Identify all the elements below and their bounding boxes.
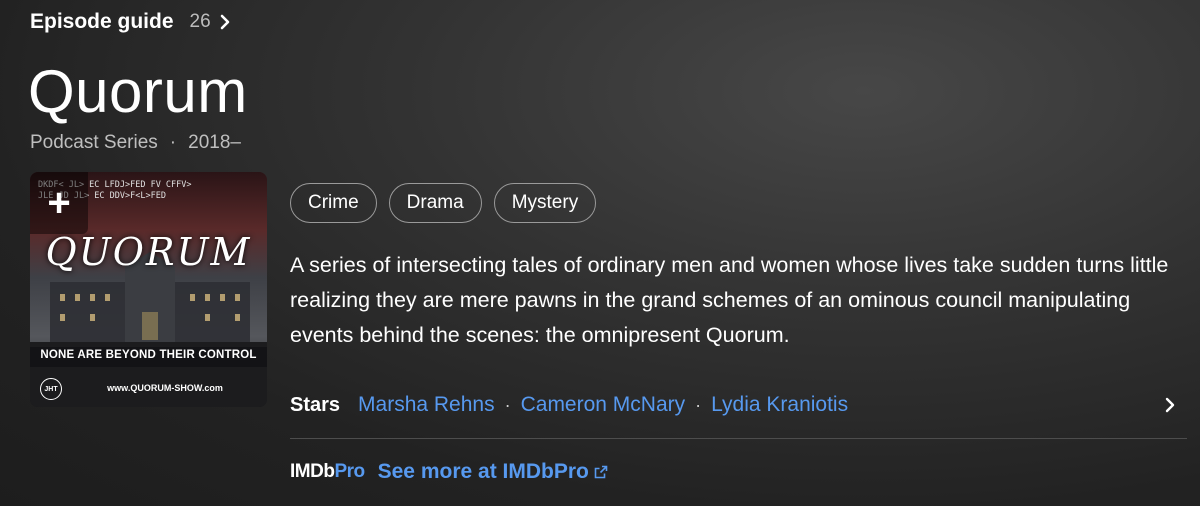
title-meta: Podcast Series · 2018– bbox=[30, 132, 241, 154]
poster-logo: QUORUM bbox=[45, 230, 252, 274]
chevron-right-icon bbox=[220, 14, 229, 30]
poster-tagline: NONE ARE BEYOND THEIR CONTROL bbox=[40, 349, 257, 361]
see-more-imdbpro-link[interactable]: See more at IMDbPro bbox=[378, 460, 608, 484]
genre-chip-crime[interactable]: Crime bbox=[290, 183, 377, 223]
chevron-right-icon[interactable] bbox=[1161, 396, 1179, 414]
genre-chip-drama[interactable]: Drama bbox=[388, 183, 482, 223]
star-link[interactable]: Marsha Rehns bbox=[358, 393, 495, 417]
poster-image[interactable]: DKDF< JL> EC LFDJ>FED FV CFFV> JLE JD JL… bbox=[30, 172, 267, 407]
stars-label: Stars bbox=[290, 393, 341, 416]
genre-chip-mystery[interactable]: Mystery bbox=[493, 183, 597, 223]
imdbpro-link-label: See more at IMDbPro bbox=[377, 460, 589, 483]
release-years: 2018– bbox=[188, 132, 241, 153]
plus-icon: + bbox=[47, 181, 71, 225]
external-link-icon bbox=[594, 465, 608, 479]
star-link[interactable]: Cameron McNary bbox=[521, 393, 686, 417]
plot-summary: A series of intersecting tales of ordina… bbox=[290, 253, 1169, 347]
divider bbox=[290, 438, 1187, 439]
imdbpro-row: IMDbPro See more at IMDbPro bbox=[290, 458, 608, 486]
poster-badge: JHT bbox=[40, 378, 62, 400]
star-separator: · bbox=[695, 394, 702, 415]
stars-credit-row[interactable]: Stars Marsha Rehns · Cameron McNary · Ly… bbox=[290, 385, 1187, 425]
star-link[interactable]: Lydia Kraniotis bbox=[711, 393, 848, 417]
page-title: Quorum bbox=[28, 58, 248, 125]
star-separator: · bbox=[504, 394, 511, 415]
episode-count: 26 bbox=[189, 11, 211, 32]
title-type: Podcast Series bbox=[30, 132, 158, 153]
imdbpro-logo-part: Pro bbox=[334, 461, 365, 482]
meta-separator: · bbox=[169, 132, 177, 153]
imdbpro-logo-part: IMDb bbox=[290, 461, 335, 482]
episode-guide-label: Episode guide bbox=[30, 10, 174, 33]
add-to-watchlist-button[interactable]: + bbox=[30, 172, 88, 234]
genre-chips: Crime Drama Mystery bbox=[290, 183, 597, 223]
poster-url: www.QUORUM-SHOW.com bbox=[107, 383, 223, 393]
imdbpro-logo: IMDbPro bbox=[290, 461, 365, 483]
episode-guide-link[interactable]: Episode guide 26 bbox=[30, 8, 233, 36]
